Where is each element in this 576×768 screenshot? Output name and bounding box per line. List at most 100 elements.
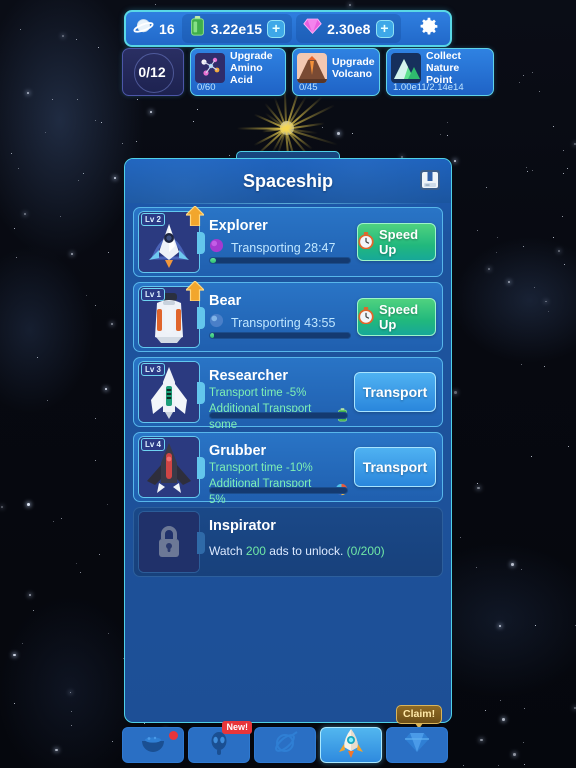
quest-progress-nature-point: 1.00e11/2.14e14	[393, 82, 464, 93]
claim-tooltip[interactable]: Claim!	[396, 705, 443, 729]
nav-item-spaceship[interactable]	[320, 727, 382, 763]
ship-thumbnail[interactable]: Lv 2	[138, 205, 206, 273]
ship-card-bear[interactable]: Lv 1 Bear Transporting 43:55 Speed Up	[133, 280, 443, 352]
top-resource-bar: 16 3.22e15 + 2.30e8 +	[124, 10, 452, 47]
battery-value: 3.22e15	[210, 20, 263, 37]
nav-item-shop[interactable]	[386, 727, 448, 763]
ship-thumbnail[interactable]: Lv 1	[138, 280, 206, 348]
add-battery-button[interactable]: +	[267, 19, 286, 38]
star	[446, 122, 448, 124]
ship-thumbnail[interactable]: Lv 3	[138, 361, 205, 423]
quest-card-amino-acid[interactable]: Upgrade Amino Acid 0/60	[190, 48, 286, 96]
ship-card-explorer[interactable]: Lv 2 Explorer Transporting 28:47 Speed U…	[133, 205, 443, 277]
spaceship-panel: Spaceship Lv 2 Explorer Transporting 28:…	[124, 158, 452, 723]
nav-item-food[interactable]	[122, 727, 184, 763]
star	[447, 135, 449, 137]
star	[348, 3, 351, 6]
star	[477, 483, 479, 485]
ship-unlock-text: Watch 200 ads to unlock. (0/200)	[209, 544, 436, 558]
quest-progress-amino-acid: 0/60	[197, 82, 216, 93]
ship-progress-fill	[210, 258, 216, 263]
settings-button[interactable]	[416, 16, 442, 42]
star	[485, 186, 487, 188]
star	[46, 399, 48, 401]
journal-button[interactable]	[417, 167, 443, 193]
ship-action: Speed Up	[357, 298, 436, 336]
star	[54, 748, 58, 752]
page-title: Spaceship	[242, 170, 334, 191]
quest-title-line1: Upgrade	[332, 55, 375, 68]
burst-ray	[237, 127, 287, 130]
star	[150, 110, 152, 113]
notification-dot	[169, 731, 178, 740]
ship-name: Researcher	[209, 368, 288, 384]
diamond-icon	[404, 731, 430, 759]
ship-progress-bar	[209, 257, 351, 264]
ship-card-researcher[interactable]: Lv 3 Researcher Transport time -5% Addit…	[133, 357, 443, 431]
star	[44, 132, 46, 134]
star	[192, 120, 194, 122]
nav-item-atom[interactable]	[254, 727, 316, 763]
star	[526, 171, 528, 173]
star	[522, 74, 524, 76]
star	[82, 172, 84, 174]
ship-name: Grubber	[209, 443, 267, 459]
battery-icon	[189, 16, 206, 41]
gem-resource[interactable]: 2.30e8 +	[296, 14, 401, 43]
ship-card-grubber[interactable]: Lv 4 Grubber Transport time -10% Additio…	[133, 432, 443, 506]
star	[519, 82, 521, 83]
ship-level-badge: Lv 4	[141, 438, 166, 451]
star	[27, 502, 30, 506]
ship-perk-1: Transport time -10%	[209, 460, 348, 476]
blue-planet-icon	[209, 313, 224, 333]
star	[352, 133, 354, 135]
star	[59, 215, 61, 217]
star	[107, 252, 109, 254]
star	[453, 391, 457, 395]
star	[16, 257, 18, 259]
star	[52, 521, 54, 523]
ship-name: Explorer	[209, 218, 268, 234]
speed-up-button[interactable]: Speed Up	[357, 298, 436, 336]
star	[69, 691, 72, 694]
battery-resource[interactable]: 3.22e15 +	[181, 14, 293, 43]
quest-counter[interactable]: 0/12	[122, 48, 184, 96]
purple-planet-icon	[209, 238, 224, 258]
upgrade-arrow-icon[interactable]	[184, 205, 206, 227]
star	[524, 763, 526, 765]
star	[563, 173, 565, 175]
star	[510, 563, 514, 566]
star	[86, 295, 88, 297]
thumb-tab	[197, 382, 205, 404]
speed-up-button[interactable]: Speed Up	[357, 223, 436, 261]
star	[137, 98, 138, 100]
star	[487, 268, 490, 271]
star	[29, 594, 31, 597]
upgrade-arrow-icon[interactable]	[184, 280, 206, 302]
ship-info: Inspirator Watch 200 ads to unlock. (0/2…	[209, 512, 436, 572]
transport-button[interactable]: Transport	[354, 447, 436, 487]
planet-resource[interactable]: 16	[126, 12, 182, 45]
unlock-progress: (0/200)	[346, 544, 385, 558]
quest-row: 0/12 Upgrade Amino Acid 0/60 Upgrade Vol…	[122, 48, 494, 96]
star	[513, 753, 516, 756]
ship-info: Researcher Transport time -5% Additional…	[209, 362, 348, 431]
star	[27, 92, 30, 95]
star	[24, 212, 27, 215]
add-gem-button[interactable]: +	[375, 19, 394, 38]
star	[71, 253, 73, 255]
star	[502, 717, 505, 721]
ship-level-badge: Lv 2	[141, 213, 166, 226]
star	[155, 4, 157, 6]
quest-title-volcano: Upgrade Volcano	[332, 56, 375, 80]
ship-thumbnail[interactable]: Lv 4	[138, 436, 205, 498]
transport-button[interactable]: Transport	[354, 372, 436, 412]
nav-item-alien[interactable]: New!	[188, 721, 252, 763]
star	[136, 141, 138, 142]
star	[101, 122, 103, 124]
star	[521, 569, 523, 571]
quest-card-nature-point[interactable]: Collect Nature Point 1.00e11/2.14e14	[386, 48, 494, 96]
ship-card-inspirator[interactable]: Inspirator Watch 200 ads to unlock. (0/2…	[133, 507, 443, 577]
star	[33, 609, 35, 611]
quest-card-volcano[interactable]: Upgrade Volcano 0/45	[292, 48, 380, 96]
